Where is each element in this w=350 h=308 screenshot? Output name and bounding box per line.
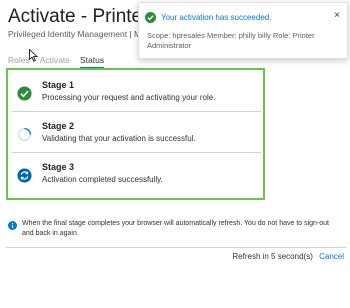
stage-3: Stage 3 Activation completed successfull… (12, 154, 261, 194)
success-check-icon (145, 12, 156, 23)
stage-description: Activation completed successfully. (42, 175, 163, 184)
tab-status[interactable]: Status (79, 55, 105, 69)
stage-1: Stage 1 Processing your request and acti… (12, 72, 261, 112)
success-toast: Your activation has succeeded. × Scope: … (138, 2, 348, 59)
stage-title: Stage 1 (42, 80, 75, 90)
toast-title: Your activation has succeeded. (161, 13, 272, 22)
refresh-countdown: Refresh in 5 second(s) (232, 252, 313, 261)
mouse-cursor-icon (29, 49, 38, 62)
spinner-icon (17, 127, 32, 142)
stage-description: Validating that your activation is succe… (42, 134, 196, 143)
stage-description: Processing your request and activating y… (42, 93, 216, 102)
footer-divider (6, 247, 346, 248)
tab-roles[interactable]: Roles (8, 55, 30, 69)
stages-panel: Stage 1 Processing your request and acti… (6, 68, 265, 200)
tab-activate[interactable]: Activate (40, 55, 70, 69)
stage-title: Stage 2 (42, 121, 75, 131)
toast-body: Scope: hpresales Member: philly billy Ro… (147, 31, 315, 50)
info-icon (8, 221, 17, 230)
cancel-link[interactable]: Cancel (319, 252, 344, 261)
footer-bar: Refresh in 5 second(s) Cancel (232, 252, 344, 261)
refresh-circle-icon (17, 168, 32, 183)
stage-title: Stage 3 (42, 162, 75, 172)
stage-2: Stage 2 Validating that your activation … (12, 113, 261, 153)
tab-bar: Roles Activate Status (8, 55, 105, 69)
info-text: When the final stage completes your brow… (22, 220, 329, 237)
close-icon[interactable]: × (334, 10, 340, 21)
check-circle-icon (17, 86, 32, 101)
